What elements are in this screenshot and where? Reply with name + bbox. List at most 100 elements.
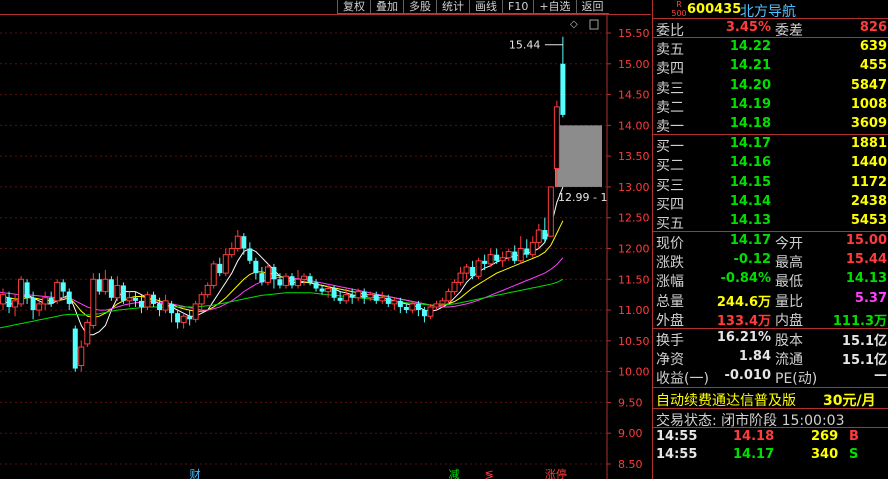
ask-label: 卖三 bbox=[656, 80, 684, 97]
stat-value: 15.00 bbox=[845, 233, 887, 249]
bid-volume: 1881 bbox=[850, 136, 887, 152]
candle-body bbox=[494, 254, 500, 261]
tick-row[interactable]: 14:55 14.18 269 B bbox=[653, 428, 888, 446]
y-tick-label: 14.50 bbox=[618, 89, 650, 102]
candle-body bbox=[337, 297, 343, 301]
bid-volume: 5453 bbox=[850, 212, 887, 228]
stat-label: 涨幅 bbox=[656, 274, 684, 291]
kline-chart[interactable]: 15.50 15.00 14.50 14.00 13.50 13.00 12.50 12.00… bbox=[0, 0, 651, 479]
stat-value: 1.84 bbox=[738, 349, 771, 365]
bid-price: 14.14 bbox=[729, 193, 771, 209]
promo-banner[interactable]: 自动续费通达信普及版 30元/月 bbox=[653, 386, 888, 410]
candle-body bbox=[42, 297, 49, 305]
ask-label: 卖二 bbox=[656, 99, 684, 116]
candle-body bbox=[319, 288, 325, 292]
candle-body bbox=[529, 241, 536, 256]
tick-price: 14.17 bbox=[733, 446, 775, 462]
toolbar-multi-stock-button[interactable]: 多股 bbox=[403, 0, 436, 14]
y-tick-label: 10.00 bbox=[618, 366, 650, 379]
y-tick-label: 14.00 bbox=[618, 119, 650, 132]
candle-body bbox=[517, 248, 524, 262]
toolbar-overlay-button[interactable]: 叠加 bbox=[370, 0, 403, 14]
promo-price[interactable]: 30元/月 bbox=[823, 390, 876, 410]
toolbar-f10-button[interactable]: F10 bbox=[502, 0, 534, 14]
ask-label: 卖五 bbox=[656, 42, 684, 59]
toolbar-stats-button[interactable]: 统计 bbox=[436, 0, 469, 14]
candle-body bbox=[138, 300, 144, 307]
stat-value: -0.010 bbox=[724, 368, 771, 384]
candle-body bbox=[289, 276, 295, 286]
bid-volume: 1440 bbox=[850, 155, 887, 171]
bid-book: 买一 14.17 1881 买二 14.16 1440 买三 14.15 1172 买四 14… bbox=[653, 135, 888, 233]
bid-label: 买四 bbox=[656, 196, 684, 213]
stat-label: 现价 bbox=[656, 236, 684, 253]
promo-text[interactable]: 自动续费通达信普及版 bbox=[656, 390, 796, 410]
candle-body bbox=[132, 297, 138, 301]
candle-body bbox=[482, 260, 488, 264]
candle-body bbox=[36, 303, 43, 311]
candle-body bbox=[30, 297, 36, 311]
tick-list[interactable]: 14:55 14.18 269 B 14:55 14.17 340 S bbox=[653, 428, 888, 464]
stock-name[interactable]: 北方导航 bbox=[740, 1, 796, 21]
candle-body bbox=[295, 278, 301, 286]
tick-side: S bbox=[849, 446, 859, 462]
kline-svg[interactable]: 15.50 15.00 14.50 14.00 13.50 13.00 12.50 12.00… bbox=[0, 0, 651, 479]
toolbar-back-button[interactable]: 返回 bbox=[575, 0, 609, 14]
candle-body bbox=[241, 236, 247, 249]
ask-row[interactable]: 卖二 14.19 1008 bbox=[653, 96, 888, 116]
bid-row[interactable]: 买五 14.13 5453 bbox=[653, 212, 888, 232]
ask-label: 卖四 bbox=[656, 61, 684, 78]
candle-body bbox=[367, 294, 374, 299]
bid-price: 14.15 bbox=[729, 174, 771, 190]
y-tick-label: 15.50 bbox=[618, 27, 650, 40]
ask-row[interactable]: 卖四 14.21 455 bbox=[653, 57, 888, 78]
moving-average-line bbox=[0, 278, 564, 329]
ask-label: 卖一 bbox=[656, 118, 684, 135]
bid-row[interactable]: 买三 14.15 1172 bbox=[653, 174, 888, 194]
candle-body bbox=[307, 276, 313, 283]
candle-body bbox=[264, 266, 271, 283]
stat-value: 16.21% bbox=[716, 330, 771, 345]
stat-value: 15.1亿 bbox=[841, 334, 887, 349]
toolbar-add-watchlist-button[interactable]: +自选 bbox=[533, 0, 576, 14]
candle-body bbox=[349, 294, 355, 298]
bid-row[interactable]: 买四 14.14 2438 bbox=[653, 193, 888, 213]
bid-label: 买三 bbox=[656, 177, 684, 194]
ask-price: 14.19 bbox=[729, 96, 771, 112]
candle-body bbox=[409, 303, 416, 311]
stat-value: — bbox=[874, 368, 887, 384]
tick-price: 14.18 bbox=[733, 428, 775, 444]
candle-body bbox=[24, 282, 30, 298]
y-tick-label: 12.50 bbox=[618, 212, 650, 225]
toolbar-draw-line-button[interactable]: 画线 bbox=[469, 0, 502, 14]
y-tick-label: 11.50 bbox=[618, 273, 650, 286]
stat-row: 总量 244.6万 量比 5.37 bbox=[653, 290, 888, 310]
candle-body bbox=[204, 284, 211, 296]
diamond-icon: ◇ bbox=[570, 19, 578, 30]
y-tick-label: 13.50 bbox=[618, 150, 650, 163]
stat-label: 最高 bbox=[775, 255, 803, 272]
bid-row[interactable]: 买一 14.17 1881 bbox=[653, 135, 888, 156]
bid-label: 买一 bbox=[656, 139, 684, 156]
stat-label: 量比 bbox=[775, 293, 803, 310]
candle-body bbox=[126, 297, 133, 302]
toolbar-fuquan-button[interactable]: 复权 bbox=[337, 0, 370, 14]
tick-row[interactable]: 14:55 14.17 340 S bbox=[653, 446, 888, 464]
candle-body bbox=[331, 288, 337, 298]
candle-body bbox=[560, 63, 566, 115]
stat-label: 流通 bbox=[775, 352, 803, 369]
candle-body bbox=[120, 285, 126, 301]
ask-row[interactable]: 卖五 14.22 639 bbox=[653, 38, 888, 59]
ask-row[interactable]: 卖一 14.18 3609 bbox=[653, 115, 888, 135]
stock-code[interactable]: 600435 bbox=[687, 2, 741, 17]
candle-body bbox=[0, 294, 7, 305]
panel-toggle-icon bbox=[589, 19, 599, 30]
ask-volume: 1008 bbox=[850, 96, 887, 112]
ask-row[interactable]: 卖三 14.20 5847 bbox=[653, 77, 888, 97]
y-tick-label: 9.50 bbox=[618, 396, 643, 409]
stat-label: 今开 bbox=[775, 236, 803, 253]
stat-value: 15.44 bbox=[845, 252, 887, 268]
ask-volume: 455 bbox=[859, 58, 887, 74]
bid-row[interactable]: 买二 14.16 1440 bbox=[653, 154, 888, 174]
candle-body bbox=[403, 306, 409, 311]
